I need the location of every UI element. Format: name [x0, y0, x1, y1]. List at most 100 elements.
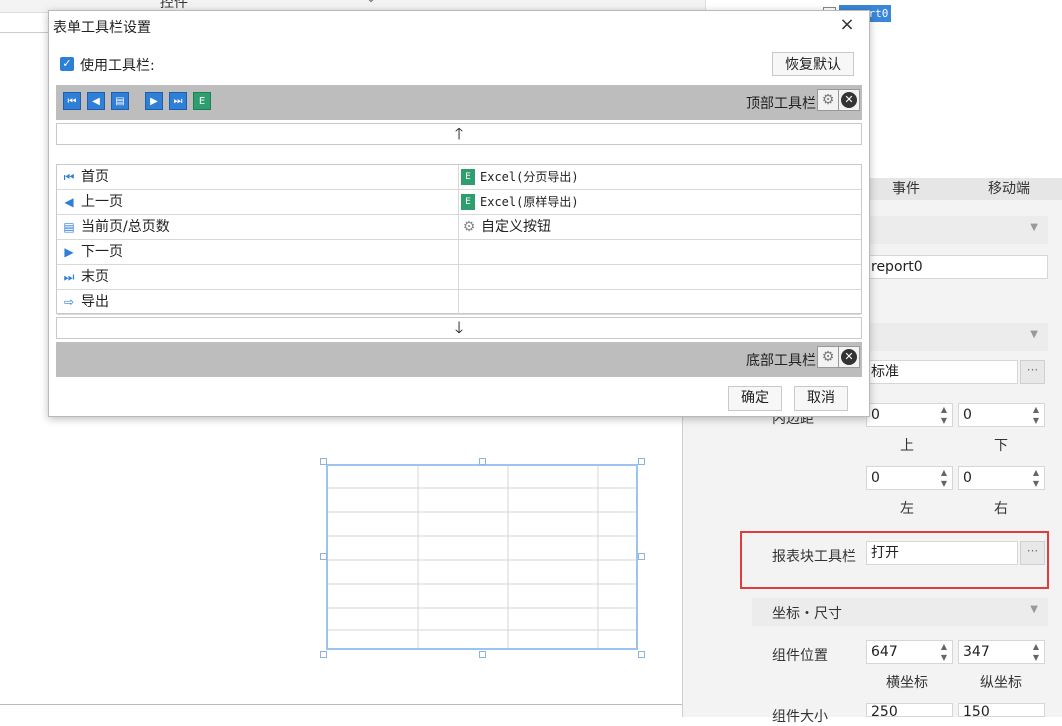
list-empty-row	[459, 265, 861, 290]
position-x-label: 横坐标	[886, 675, 928, 691]
resize-handle[interactable]	[479, 458, 486, 465]
close-circle-icon[interactable]: ✕	[838, 89, 860, 111]
next-page-icon: ▶	[64, 245, 74, 259]
spinner-arrows-icon[interactable]: ▲ ▼	[1030, 404, 1042, 426]
list-item[interactable]: E Excel(分页导出)	[459, 165, 861, 190]
margin-top-spinner[interactable]: 0 ▲ ▼	[866, 403, 953, 427]
margin-left-spinner[interactable]: 0 ▲ ▼	[866, 466, 953, 490]
page-count-icon[interactable]: ▤	[111, 92, 129, 110]
margin-right-spinner[interactable]: 0 ▲ ▼	[958, 466, 1045, 490]
coord-section-title: 坐标・尺寸	[772, 606, 842, 622]
margin-top-label: 上	[900, 438, 914, 454]
widget-name-field[interactable]: report0	[866, 255, 1048, 279]
resize-handle[interactable]	[320, 651, 327, 658]
report-grid	[328, 466, 636, 648]
resize-handle[interactable]	[320, 553, 327, 560]
margin-bottom-value: 0	[963, 407, 972, 423]
section-header-coord[interactable]: 坐标・尺寸 ▼	[752, 598, 1048, 626]
report-toolbar-field[interactable]: 打开	[866, 541, 1018, 565]
margin-bottom-label: 下	[994, 438, 1008, 454]
spinner-arrows-icon[interactable]: ▲ ▼	[1030, 467, 1042, 489]
resize-handle[interactable]	[479, 651, 486, 658]
report-toolbar-label: 报表块工具栏	[772, 549, 856, 565]
position-y-label: 纵坐标	[980, 675, 1022, 691]
list-item-label: Excel(分页导出)	[480, 170, 579, 184]
use-toolbar-checkbox[interactable]: ✓	[60, 57, 74, 71]
move-down-row[interactable]: 🡓	[56, 317, 862, 339]
close-icon[interactable]: ×	[835, 13, 859, 37]
position-label: 组件位置	[772, 648, 828, 664]
next-page-icon[interactable]: ▶	[145, 92, 163, 110]
margin-top-value: 0	[871, 407, 880, 423]
ok-button[interactable]: 确定	[728, 386, 782, 411]
restore-default-button[interactable]: 恢复默认	[772, 52, 854, 76]
resize-handle[interactable]	[638, 553, 645, 560]
tab-mobile[interactable]: 移动端	[988, 178, 1030, 200]
list-item-label: 末页	[81, 269, 109, 285]
size-width-spinner[interactable]: 250	[866, 703, 953, 717]
top-toolbar-label: 顶部工具栏	[746, 96, 816, 112]
report-block-widget[interactable]	[326, 464, 638, 650]
list-item[interactable]: E Excel(原样导出)	[459, 190, 861, 215]
move-up-row[interactable]: 🡑	[56, 123, 862, 145]
list-item-label: 首页	[81, 169, 109, 185]
excel-icon: E	[461, 194, 475, 210]
spinner-arrows-icon[interactable]: ▲ ▼	[938, 641, 950, 663]
list-item[interactable]: ⏭ 末页	[57, 265, 458, 290]
prev-page-icon[interactable]: ◀	[87, 92, 105, 110]
list-empty-row	[459, 290, 861, 315]
last-page-icon: ⏭	[63, 270, 75, 284]
last-page-icon[interactable]: ⏭	[169, 92, 187, 110]
first-page-icon: ⏮	[63, 170, 75, 184]
list-empty-row	[459, 240, 861, 265]
spinner-arrows-icon[interactable]: ▲ ▼	[938, 467, 950, 489]
style-field[interactable]: 标准	[866, 360, 1018, 384]
list-item-label: 上一页	[81, 194, 123, 210]
toolbar-items-lists: ⏮ 首页 ◀ 上一页 ▤ 当前页/总页数 ▶ 下一页 ⏭ 末页 ⇨ 导出 E Excel(分页导出) E E…	[56, 164, 862, 315]
size-height-spinner[interactable]: 150	[958, 703, 1045, 717]
position-y-value: 347	[963, 644, 990, 660]
bottom-toolbar-band[interactable]: 底部工具栏 ⚙ ✕	[56, 342, 862, 377]
resize-handle[interactable]	[638, 458, 645, 465]
gear-icon[interactable]: ⚙	[817, 89, 839, 111]
chevron-down-icon: ▼	[1030, 329, 1038, 340]
size-width-value: 250	[871, 704, 898, 717]
first-page-icon[interactable]: ⏮	[63, 92, 81, 110]
margin-right-label: 右	[994, 501, 1008, 517]
list-item-label: Excel(原样导出)	[480, 195, 579, 209]
excel-icon[interactable]: E	[193, 92, 211, 110]
list-item[interactable]: ▶ 下一页	[57, 240, 458, 265]
margin-right-value: 0	[963, 470, 972, 486]
tab-event[interactable]: 事件	[892, 178, 920, 200]
export-icon: ⇨	[63, 295, 75, 309]
use-toolbar-label: 使用工具栏:	[80, 58, 155, 74]
gear-icon: ⚙	[462, 219, 476, 235]
chevron-down-icon: ▼	[1030, 604, 1038, 615]
list-item[interactable]: ⏮ 首页	[57, 165, 458, 190]
close-circle-icon[interactable]: ✕	[838, 346, 860, 368]
size-label: 组件大小	[772, 709, 828, 725]
excel-icon: E	[461, 169, 475, 185]
position-x-value: 647	[871, 644, 898, 660]
resize-handle[interactable]	[638, 651, 645, 658]
top-toolbar-band[interactable]: ⏮ ◀ ▤ ▶ ⏭ E 顶部工具栏 ⚙ ✕	[56, 85, 862, 120]
cancel-button[interactable]: 取消	[794, 386, 848, 411]
spinner-arrows-icon[interactable]: ▲ ▼	[1030, 641, 1042, 663]
margin-left-label: 左	[900, 501, 914, 517]
list-item[interactable]: ⇨ 导出	[57, 290, 458, 315]
list-item[interactable]: ◀ 上一页	[57, 190, 458, 215]
position-x-spinner[interactable]: 647 ▲ ▼	[866, 640, 953, 664]
list-item[interactable]: ⚙ 自定义按钮	[459, 215, 861, 240]
chevron-down-icon[interactable]: ⌄	[366, 0, 376, 5]
margin-bottom-spinner[interactable]: 0 ▲ ▼	[958, 403, 1045, 427]
report-toolbar-more-button[interactable]: ···	[1020, 541, 1045, 565]
toolbar-settings-dialog: 表单工具栏设置 × ✓ 使用工具栏: 恢复默认 ⏮ ◀ ▤ ▶ ⏭ E 顶部工具…	[48, 10, 870, 417]
list-item-label: 导出	[81, 294, 109, 310]
position-y-spinner[interactable]: 347 ▲ ▼	[958, 640, 1045, 664]
list-item[interactable]: ▤ 当前页/总页数	[57, 215, 458, 240]
spinner-arrows-icon[interactable]: ▲ ▼	[938, 404, 950, 426]
style-more-button[interactable]: ···	[1020, 360, 1045, 384]
margin-left-value: 0	[871, 470, 880, 486]
resize-handle[interactable]	[320, 458, 327, 465]
gear-icon[interactable]: ⚙	[817, 346, 839, 368]
